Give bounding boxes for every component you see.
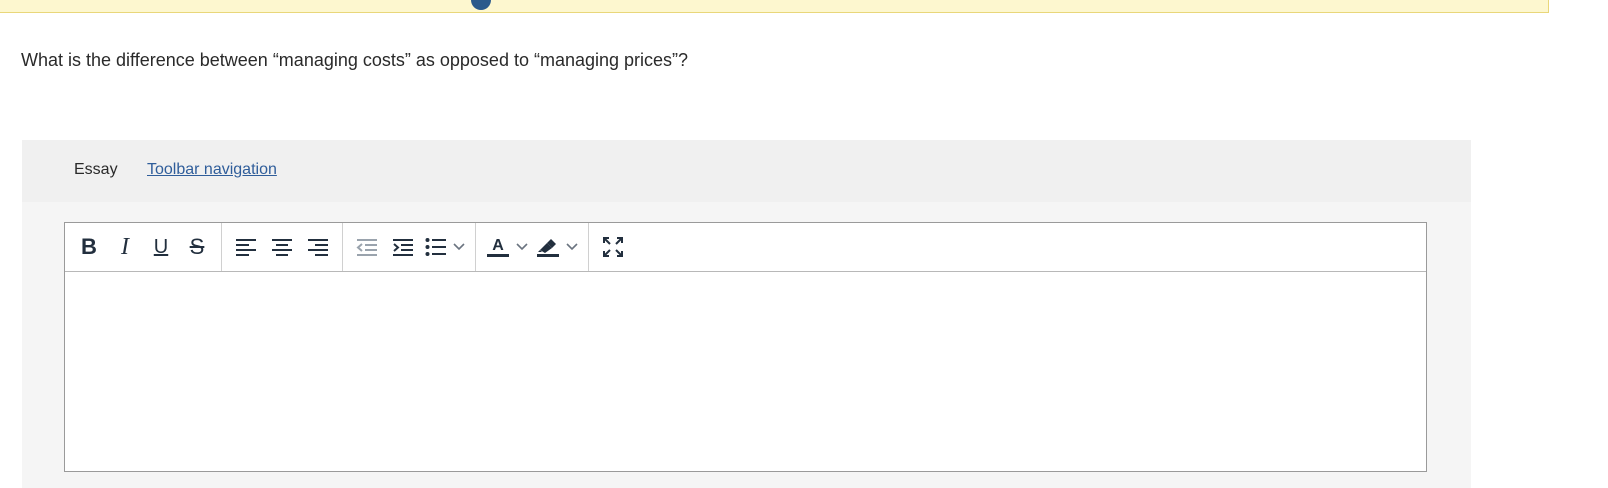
notice-banner <box>0 0 1549 13</box>
essay-panel: Essay Toolbar navigation B I U S A <box>22 140 1471 488</box>
indent-list-group <box>343 223 476 271</box>
indent-icon <box>393 239 413 256</box>
italic-button[interactable]: I <box>107 229 143 265</box>
align-right-button[interactable] <box>300 229 336 265</box>
view-group <box>589 223 637 271</box>
bullet-list-button[interactable] <box>421 229 469 265</box>
strikethrough-icon: S <box>189 234 205 259</box>
essay-header: Essay Toolbar navigation <box>22 140 1471 202</box>
align-left-button[interactable] <box>228 229 264 265</box>
text-style-group: B I U S <box>65 223 222 271</box>
highlight-color-button[interactable] <box>532 229 582 265</box>
rich-text-editor: B I U S A <box>64 222 1427 472</box>
alignment-group <box>222 223 343 271</box>
outdent-icon <box>356 239 377 256</box>
underline-icon: U <box>153 236 169 258</box>
info-icon <box>471 0 491 10</box>
bold-button[interactable]: B <box>71 229 107 265</box>
text-color-icon: A <box>487 237 509 257</box>
essay-label: Essay <box>74 161 118 178</box>
strikethrough-button[interactable]: S <box>179 229 215 265</box>
color-group: A <box>476 223 589 271</box>
bullet-list-icon <box>425 238 446 256</box>
indent-button[interactable] <box>385 229 421 265</box>
align-left-icon <box>236 239 256 256</box>
highlight-color-icon <box>537 239 559 257</box>
chevron-down-icon[interactable] <box>566 243 578 251</box>
fullscreen-button[interactable] <box>595 229 631 265</box>
chevron-down-icon[interactable] <box>516 243 528 251</box>
align-center-button[interactable] <box>264 229 300 265</box>
toolbar-navigation-link[interactable]: Toolbar navigation <box>147 161 277 179</box>
fullscreen-icon <box>603 237 623 257</box>
italic-icon: I <box>121 234 129 260</box>
bold-icon: B <box>81 234 97 259</box>
svg-text:A: A <box>492 237 504 254</box>
question-text: What is the difference between “managing… <box>21 50 689 70</box>
chevron-down-icon[interactable] <box>453 243 465 251</box>
underline-button[interactable]: U <box>143 229 179 265</box>
outdent-button[interactable] <box>349 229 385 265</box>
essay-text-area[interactable] <box>65 272 1426 471</box>
text-color-button[interactable]: A <box>482 229 532 265</box>
align-center-icon <box>272 239 292 256</box>
align-right-icon <box>308 239 328 256</box>
editor-toolbar: B I U S A <box>65 223 1426 272</box>
